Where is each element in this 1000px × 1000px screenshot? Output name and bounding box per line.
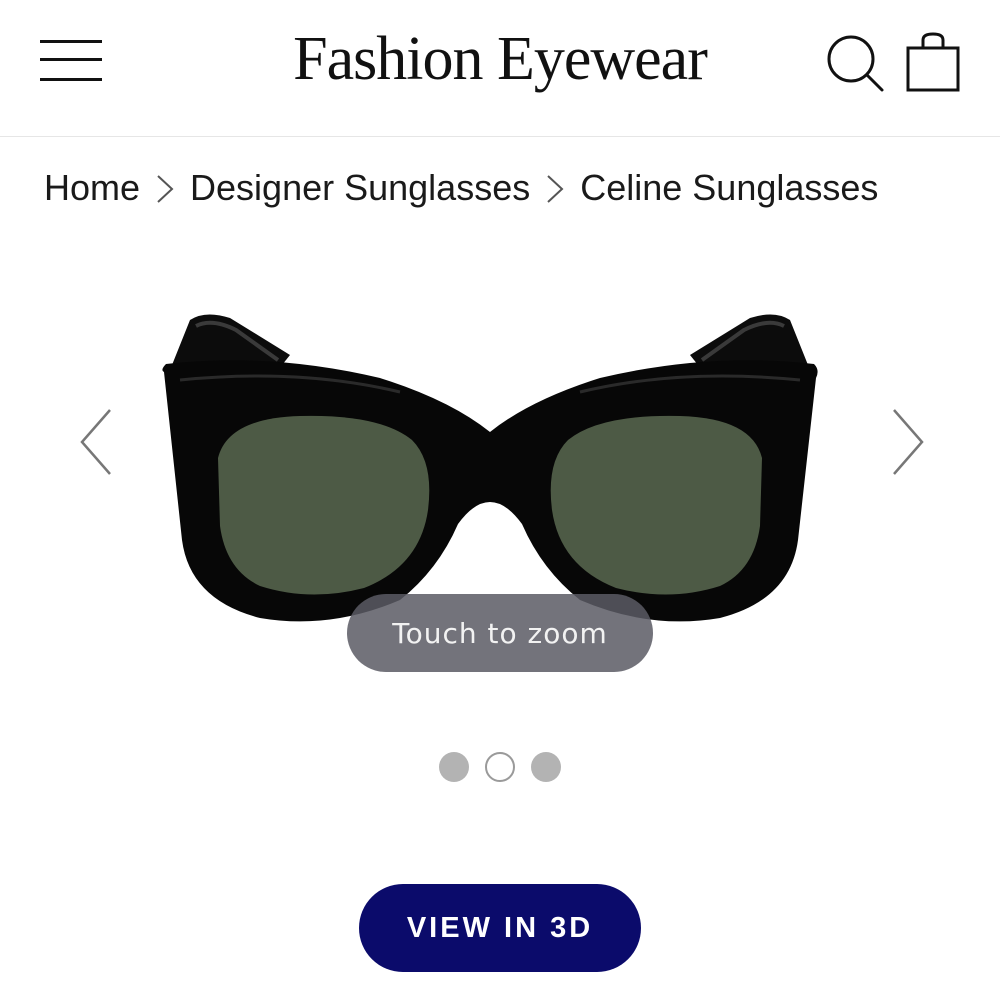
shopping-bag-icon [906,32,960,92]
chevron-left-icon [80,409,111,475]
chevron-right-icon [140,168,190,208]
breadcrumb: Home Designer Sunglasses Celine Sunglass… [44,164,878,212]
breadcrumb-home[interactable]: Home [44,167,140,209]
site-header: Fashion Eyewear [0,0,1000,137]
view-in-3d-button[interactable]: VIEW IN 3D [359,884,641,972]
chevron-right-icon [530,168,580,208]
breadcrumb-celine-sunglasses[interactable]: Celine Sunglasses [580,167,878,209]
touch-to-zoom-hint[interactable]: Touch to zoom [347,594,653,672]
search-icon [827,35,884,92]
breadcrumb-designer-sunglasses[interactable]: Designer Sunglasses [190,167,530,209]
chevron-right-icon [893,409,924,475]
previous-image-button[interactable] [74,402,124,482]
brand-logo[interactable]: Fashion Eyewear [200,24,800,94]
menu-button[interactable] [36,34,106,88]
shopping-bag-button[interactable] [902,28,966,94]
pager-dot[interactable] [439,752,469,782]
next-image-button[interactable] [880,402,930,482]
product-page: Fashion Eyewear Home Designer Sunglasses… [0,0,1000,1000]
search-button[interactable] [822,30,888,96]
image-pager [436,752,566,786]
pager-dot-active[interactable] [485,752,515,782]
product-image[interactable] [150,300,830,640]
pager-dot[interactable] [531,752,561,782]
